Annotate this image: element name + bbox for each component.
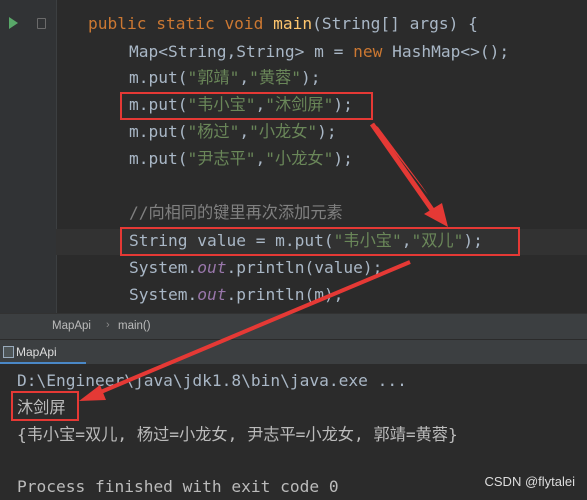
arrow-value-to-output-head xyxy=(79,385,106,401)
watermark: CSDN @flytalei xyxy=(484,474,576,489)
annotation-arrows xyxy=(79,122,448,401)
arrow-value-to-output-shaft xyxy=(95,260,411,396)
arrow-put-to-value-shaft xyxy=(369,122,438,216)
